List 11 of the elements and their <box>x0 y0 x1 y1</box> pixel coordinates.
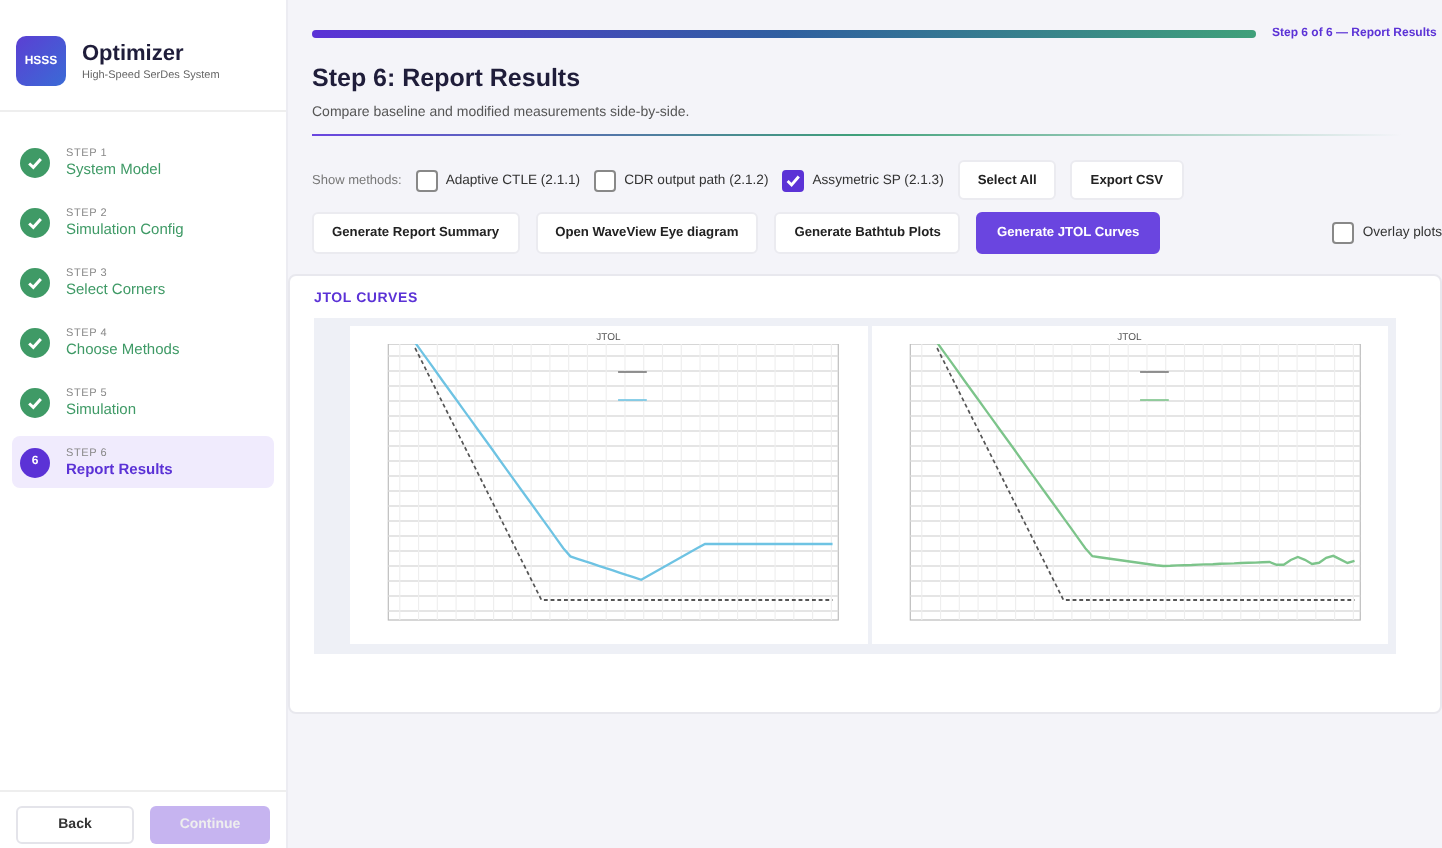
checkbox[interactable] <box>594 169 617 191</box>
checkbox[interactable] <box>1332 222 1355 244</box>
checkbox[interactable] <box>782 169 805 191</box>
check-icon <box>20 267 50 297</box>
checkbox[interactable] <box>415 169 438 191</box>
check-icon <box>20 147 50 177</box>
page-title: Step 6: Report Results <box>312 64 583 92</box>
check-icon <box>20 387 50 417</box>
app-title: Optimizer <box>82 41 186 65</box>
check-icon <box>20 327 50 357</box>
check-icon <box>20 207 50 237</box>
